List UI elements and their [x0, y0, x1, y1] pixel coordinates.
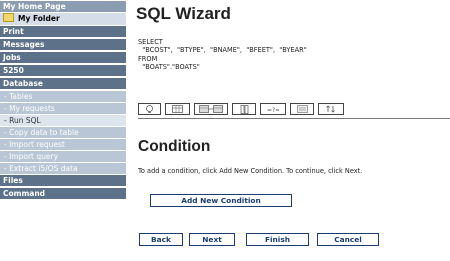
- cancel-button[interactable]: Cancel: [317, 233, 379, 246]
- sql-line: FROM: [138, 54, 158, 63]
- tab-sort[interactable]: [318, 103, 344, 115]
- page-title: SQL Wizard: [136, 4, 231, 23]
- sql-line: SELECT: [138, 38, 163, 46]
- tab-group[interactable]: [290, 103, 314, 115]
- tab-lightbulb[interactable]: [138, 103, 161, 115]
- sidebar-item-import-request[interactable]: - Import request: [0, 139, 126, 150]
- sidebar-item-jobs[interactable]: Jobs: [0, 52, 126, 63]
- finish-button[interactable]: Finish: [246, 233, 309, 246]
- tab-columns[interactable]: [232, 103, 256, 115]
- folder-icon: [3, 13, 14, 22]
- back-button[interactable]: Back: [139, 233, 183, 246]
- sql-line: "BCOST", "BTYPE", "BNAME", "BFEET", "BYE…: [138, 46, 307, 55]
- tab-divider: [138, 118, 450, 119]
- sidebar: My Home Page My Folder Print Messages Jo…: [0, 0, 126, 261]
- tab-join[interactable]: [194, 103, 228, 115]
- sidebar-item-5250[interactable]: 5250: [0, 65, 126, 76]
- tab-table[interactable]: [165, 103, 190, 115]
- join-tables-icon: [199, 105, 223, 113]
- sidebar-item-command[interactable]: Command: [0, 188, 126, 199]
- sort-icon: [326, 105, 335, 113]
- sidebar-item-extract-i5os-data[interactable]: - Extract i5/OS data: [0, 163, 126, 174]
- sql-statement: SELECT "BCOST", "BTYPE", "BNAME", "BFEET…: [138, 38, 307, 72]
- column-select-icon: [240, 104, 248, 114]
- sql-line: "BOATS"."BOATS": [138, 63, 200, 72]
- sidebar-item-tables[interactable]: - Tables: [0, 91, 126, 102]
- instructions-text: To add a condition, click Add New Condit…: [138, 167, 363, 175]
- sidebar-item-run-sql[interactable]: - Run SQL: [0, 115, 126, 126]
- next-button[interactable]: Next: [189, 233, 235, 246]
- sidebar-item-my-requests[interactable]: - My requests: [0, 103, 126, 114]
- group-icon: [296, 105, 308, 113]
- condition-icon: =?=: [267, 107, 279, 113]
- sidebar-item-print[interactable]: Print: [0, 26, 126, 37]
- table-icon: [172, 105, 183, 113]
- svg-text:=?=: =?=: [267, 107, 279, 113]
- tab-condition[interactable]: =?=: [260, 103, 286, 115]
- sidebar-item-my-home-page[interactable]: My Home Page: [0, 1, 126, 12]
- sidebar-item-import-query[interactable]: - Import query: [0, 151, 126, 162]
- add-new-condition-button[interactable]: Add New Condition: [150, 194, 292, 207]
- sidebar-item-files[interactable]: Files: [0, 175, 126, 186]
- sidebar-item-database[interactable]: Database: [0, 78, 126, 89]
- sidebar-item-my-folder[interactable]: My Folder: [0, 13, 126, 25]
- lightbulb-icon: [146, 104, 153, 113]
- sidebar-item-messages[interactable]: Messages: [0, 39, 126, 50]
- main-content: SQL Wizard SELECT "BCOST", "BTYPE", "BNA…: [134, 0, 450, 261]
- section-title: Condition: [138, 138, 211, 155]
- sidebar-item-copy-data-to-table[interactable]: - Copy data to table: [0, 127, 126, 138]
